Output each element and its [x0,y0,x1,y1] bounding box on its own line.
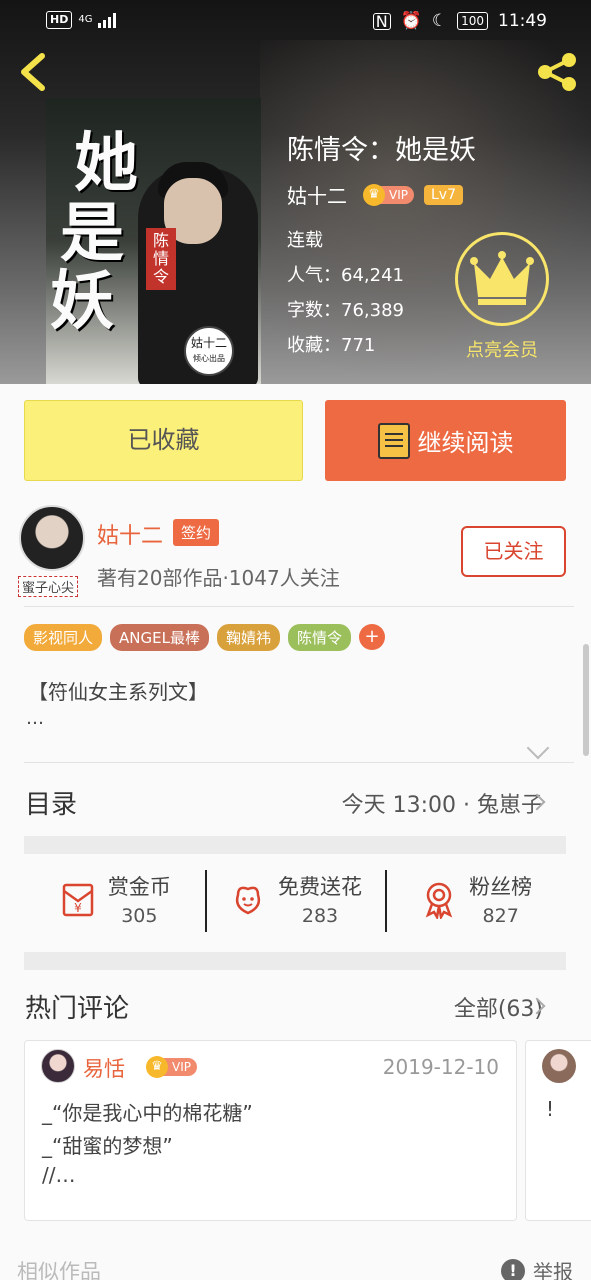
book-favorites: 收藏：771 [287,335,376,356]
comment-card[interactable]: ! [525,1040,591,1221]
book-header: HD 4G N ⏰ ☾ 100 11:49 她 是 妖 陈情令 姑十二 倾心出品… [0,0,591,384]
author-name[interactable]: 姑十二 [97,518,163,550]
book-detail-content: 已收藏 继续阅读 蜜子心尖 姑十二 签约 著有20部作品·1047人关注 已关注… [0,384,591,1280]
scrollbar[interactable] [583,644,589,756]
clock: 11:49 [498,11,547,31]
book-cover[interactable]: 她 是 妖 陈情令 姑十二 倾心出品 [46,98,261,384]
svg-text:¥: ¥ [74,901,82,915]
comment-text: //… [42,1163,76,1187]
stat-value: 827 [482,905,519,927]
crown-icon [470,251,534,305]
avatar[interactable] [19,505,85,571]
battery-icon: 100 [457,12,488,30]
section-separator [24,836,566,854]
cover-seal-sub: 倾心出品 [193,354,225,363]
network-label: 4G [78,14,93,25]
stat-label: 免费送花 [278,875,362,899]
comment-date: 2019-12-10 [382,1055,499,1079]
stat-value: 305 [121,905,158,927]
stat-label: 粉丝榜 [469,875,533,899]
cover-stamp: 陈情令 [146,228,176,290]
crown-icon: ♛ [146,1056,168,1078]
comment-user[interactable]: 易恬 [83,1053,125,1083]
comment-text: _“甜蜜的梦想” [42,1134,173,1158]
nfc-icon: N [372,12,391,30]
cover-title-char: 她 [74,126,138,201]
back-button[interactable] [14,50,54,94]
medal-icon [425,882,453,919]
member-label[interactable]: 点亮会员 [455,336,549,362]
comment-text: _“你是我心中的棉花糖” [42,1101,253,1125]
book-title: 陈情令：她是妖 [287,135,476,166]
moon-icon: ☾ [431,11,448,31]
signed-badge: 签约 [173,519,220,546]
book-author-row: 姑十二 ♛ VIP Lv7 [287,180,463,209]
report-button[interactable]: ! 举报 [501,1256,573,1280]
comment-card[interactable]: 易恬 ♛ VIP 2019-12-10 _“你是我心中的棉花糖” _“甜蜜的梦想… [24,1040,517,1221]
book-word-count: 字数：76,389 [287,300,404,321]
chevron-left-icon [21,53,45,91]
book-icon [377,422,410,459]
cover-seal-name: 姑十二 [190,336,227,350]
vip-badge: ♛ VIP [363,183,414,206]
avatar[interactable] [41,1049,75,1083]
stat-label: 赏金币 [107,875,171,899]
cover-title-char: 妖 [50,264,114,339]
cover-seal: 姑十二 倾心出品 [184,326,234,376]
divider [24,606,574,607]
toc-title[interactable]: 目录 [25,784,77,821]
continue-reading-button[interactable]: 继续阅读 [325,400,566,481]
stats-bar: ¥ 赏金币 305 免费送花 283 粉丝榜 827 [24,864,566,934]
fan-ranking-button[interactable]: 粉丝榜 827 [385,864,566,934]
continue-reading-label: 继续阅读 [417,429,514,457]
collect-button[interactable]: 已收藏 [24,400,303,481]
tag[interactable]: 陈情令 [287,624,351,651]
stat-value: 283 [301,905,339,927]
tag-list: 影视同人 ANGEL最棒 鞠婧祎 陈情令 + [24,624,385,651]
avatar-tag: 蜜子心尖 [18,576,79,597]
level-badge: Lv7 [423,184,463,205]
avatar[interactable] [542,1049,576,1083]
member-button[interactable] [455,232,549,326]
share-icon [538,53,576,91]
tag[interactable]: 影视同人 [24,624,103,651]
add-tag-button[interactable]: + [359,624,385,650]
book-intro-more: … [26,708,44,729]
author-description: 著有20部作品·1047人关注 [97,566,340,590]
red-envelope-icon: ¥ [62,883,94,917]
divider [24,762,574,763]
hot-comments-title: 热门评论 [25,994,130,1024]
comment-text: ! [546,1097,555,1121]
flower-icon [235,886,261,915]
status-bar: HD 4G N ⏰ ☾ 100 11:49 [0,0,591,44]
reward-coins-button[interactable]: ¥ 赏金币 305 [24,864,205,934]
crown-icon: ♛ [363,183,385,206]
info-icon: ! [501,1258,525,1280]
section-separator [24,952,566,970]
send-flower-button[interactable]: 免费送花 283 [204,864,386,934]
vip-badge: ♛ VIP [146,1056,197,1078]
book-author[interactable]: 姑十二 [287,180,347,209]
share-button[interactable] [533,48,581,96]
book-intro: 【符仙女主系列文】 [28,680,208,704]
similar-works-title: 相似作品 [17,1260,101,1280]
report-label: 举报 [533,1260,573,1280]
author-section: 蜜子心尖 姑十二 签约 著有20部作品·1047人关注 已关注 [0,500,591,606]
book-status: 连载 [287,230,323,251]
book-popularity: 人气：64,241 [287,265,404,286]
follow-button[interactable]: 已关注 [461,526,566,577]
alarm-icon: ⏰ [400,11,422,31]
chevron-down-icon[interactable] [526,736,550,760]
tag[interactable]: ANGEL最棒 [110,624,209,651]
cover-title-char: 是 [60,196,124,271]
toc-latest-chapter[interactable]: 今天 13:00 · 兔崽子 [342,787,543,819]
signal-icon [98,12,117,28]
tag[interactable]: 鞠婧祎 [216,624,280,651]
hd-indicator: HD [46,11,73,29]
